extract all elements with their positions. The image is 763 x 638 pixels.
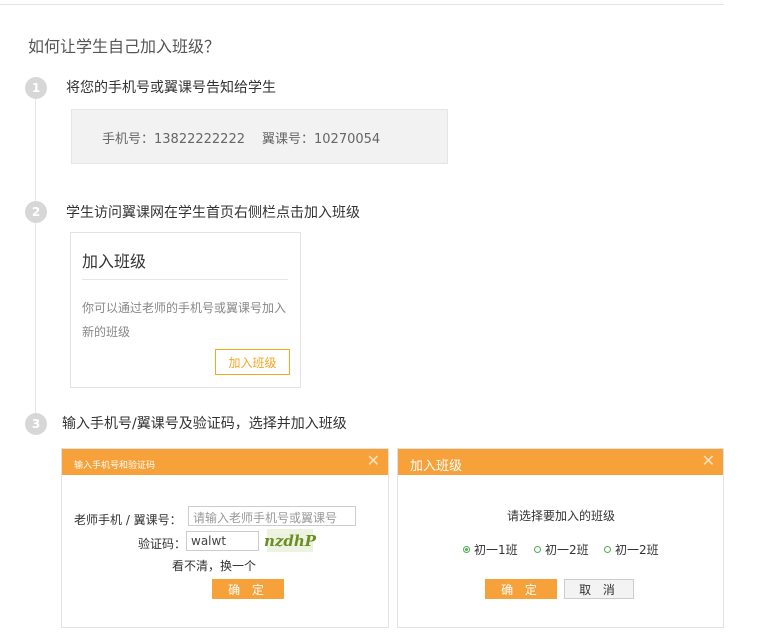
join-card-divider bbox=[82, 279, 288, 280]
verify-dialog: 输入手机号和验证码 ✕ 老师手机 / 翼课号： 请输入老师手机号或翼课号 验证码… bbox=[61, 448, 389, 628]
radio-icon bbox=[534, 546, 541, 553]
teacher-phone-label: 老师手机 / 翼课号： bbox=[74, 513, 182, 527]
page-title: 如何让学生自己加入班级？ bbox=[28, 37, 221, 56]
radio-icon bbox=[604, 546, 611, 553]
choose-class-confirm-button[interactable]: 确 定 bbox=[485, 579, 557, 599]
captcha-input[interactable]: walwt bbox=[186, 531, 259, 551]
choose-class-dialog: 加入班级 ✕ 请选择要加入的班级 初一1班 初一2班 初一2班 确 定 取 消 bbox=[397, 448, 724, 628]
choose-class-dialog-title: 加入班级 bbox=[410, 459, 463, 474]
close-icon[interactable]: ✕ bbox=[367, 451, 380, 470]
class-option-label: 初一2班 bbox=[615, 543, 659, 557]
step-1-title: 将您的手机号或翼课号告知给学生 bbox=[66, 80, 276, 96]
verify-dialog-title: 输入手机号和验证码 bbox=[74, 461, 156, 471]
join-class-button[interactable]: 加入班级 bbox=[215, 349, 290, 375]
captcha-label: 验证码： bbox=[138, 537, 187, 551]
choose-class-cancel-button[interactable]: 取 消 bbox=[564, 579, 634, 599]
class-option-label: 初一1班 bbox=[474, 543, 518, 557]
join-card-title: 加入班级 bbox=[82, 252, 147, 271]
refresh-captcha-link[interactable]: 看不清，换一个 bbox=[172, 557, 256, 574]
step-2-title: 学生访问翼课网在学生首页右侧栏点击加入班级 bbox=[66, 205, 360, 221]
top-divider bbox=[0, 4, 724, 5]
step-3-title: 输入手机号/翼课号及验证码，选择并加入班级 bbox=[62, 416, 347, 432]
choose-class-prompt: 请选择要加入的班级 bbox=[507, 509, 616, 523]
join-class-card: 加入班级 你可以通过老师的手机号或翼课号加入新的班级 加入班级 bbox=[70, 232, 301, 388]
timeline-line bbox=[35, 92, 36, 422]
verify-dialog-header: 输入手机号和验证码 ✕ bbox=[62, 449, 388, 475]
teacher-phone-input[interactable]: 请输入老师手机号或翼课号 bbox=[188, 506, 356, 526]
account-info-box: 手机号：13822222222 翼课号：10270054 bbox=[71, 109, 448, 164]
step-1-badge: 1 bbox=[25, 77, 47, 99]
class-option-2[interactable]: 初一2班 bbox=[534, 541, 589, 558]
account-id-text: 翼课号：10270054 bbox=[262, 132, 381, 147]
choose-class-dialog-header: 加入班级 ✕ bbox=[398, 449, 723, 475]
step-2-badge: 2 bbox=[25, 201, 47, 223]
verify-confirm-button[interactable]: 确 定 bbox=[212, 579, 284, 599]
captcha-image[interactable]: nzdhP bbox=[264, 529, 316, 552]
class-option-1[interactable]: 初一1班 bbox=[463, 541, 518, 558]
class-option-3[interactable]: 初一2班 bbox=[604, 541, 659, 558]
close-icon[interactable]: ✕ bbox=[702, 451, 715, 470]
class-option-label: 初一2班 bbox=[545, 543, 589, 557]
radio-selected-icon bbox=[463, 546, 470, 553]
phone-number-text: 手机号：13822222222 bbox=[102, 132, 245, 147]
step-3-badge: 3 bbox=[25, 413, 47, 435]
join-card-description: 你可以通过老师的手机号或翼课号加入新的班级 bbox=[82, 301, 287, 339]
